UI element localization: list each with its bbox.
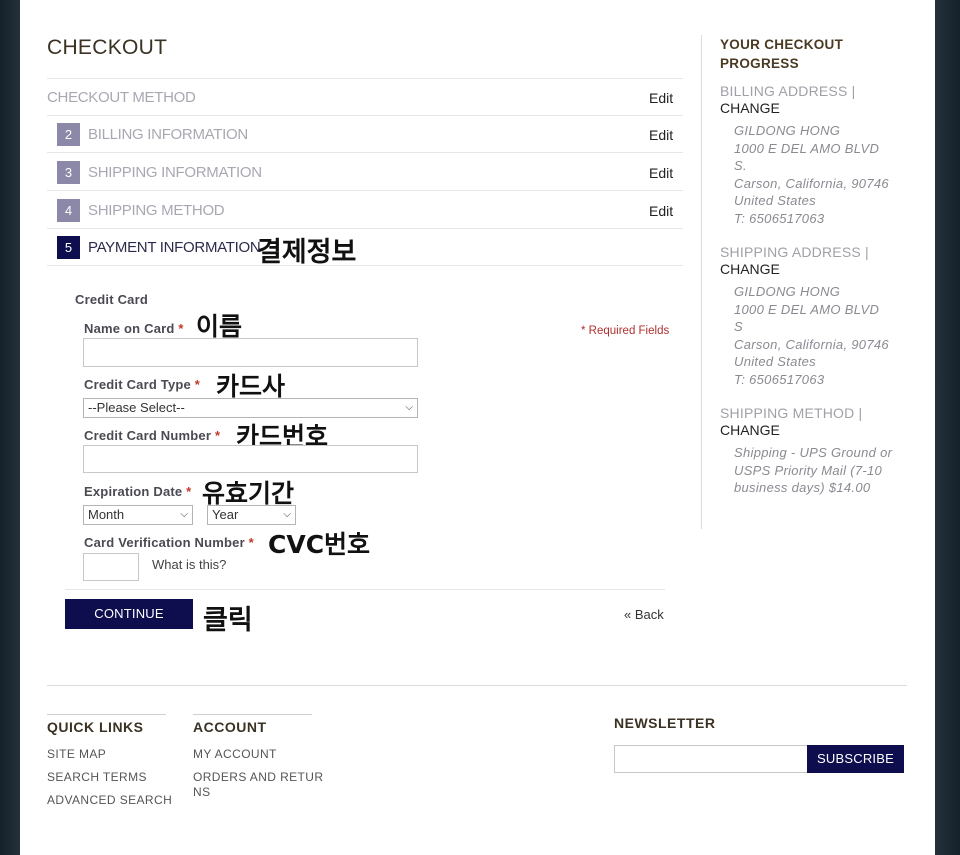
credit-card-section-title: Credit Card xyxy=(75,292,148,307)
continue-button[interactable]: CONTINUE xyxy=(65,599,193,629)
shipping-address-label: SHIPPING ADDRESS | xyxy=(720,244,869,260)
divider xyxy=(47,265,683,266)
shipping-address: GILDONG HONG 1000 E DEL AMO BLVD S Carso… xyxy=(734,284,889,387)
shipping-method-details: Shipping - UPS Ground or USPS Priority M… xyxy=(734,445,893,496)
step-shipping-method[interactable]: SHIPPING METHOD xyxy=(88,202,225,219)
credit-card-type-label: Credit Card Type * xyxy=(84,377,201,392)
annotation-payment: 결제정보 xyxy=(257,237,357,268)
expiration-year-select[interactable]: Year ⌵ xyxy=(207,505,296,525)
billing-address-label: BILLING ADDRESS | xyxy=(720,83,856,99)
edit-billing-link[interactable]: Edit xyxy=(649,127,673,143)
divider xyxy=(65,589,665,590)
search-terms-link[interactable]: SEARCH TERMS xyxy=(47,770,147,784)
annotation-cvc: CVC번호 xyxy=(268,530,371,559)
back-link[interactable]: « Back xyxy=(624,607,664,622)
shipping-address-block: SHIPPING ADDRESS | CHANGE xyxy=(720,243,869,277)
credit-card-type-select[interactable]: --Please Select-- ⌵ xyxy=(83,398,418,418)
footer-divider xyxy=(47,685,907,686)
account-rule xyxy=(193,714,312,715)
divider xyxy=(47,152,683,153)
step-number-2: 2 xyxy=(57,123,80,146)
shipping-method-change-link[interactable]: CHANGE xyxy=(720,422,862,438)
background-right xyxy=(935,0,960,855)
sidebar-divider xyxy=(701,35,702,529)
background-left xyxy=(0,0,20,855)
checkout-page: CHECKOUT CHECKOUT METHOD Edit 2 BILLING … xyxy=(20,0,935,855)
expiration-month-select[interactable]: Month ⌵ xyxy=(83,505,193,525)
subscribe-button[interactable]: SUBSCRIBE xyxy=(807,745,904,773)
annotation-click: 클릭 xyxy=(203,605,253,636)
step-shipping-information[interactable]: SHIPPING INFORMATION xyxy=(88,164,262,181)
account-title: ACCOUNT xyxy=(193,719,267,735)
cvv-input[interactable] xyxy=(83,553,139,581)
edit-shipping-link[interactable]: Edit xyxy=(649,165,673,181)
divider xyxy=(47,228,683,229)
step-checkout-method[interactable]: CHECKOUT METHOD xyxy=(47,89,196,106)
cvv-help-link[interactable]: What is this? xyxy=(152,557,226,572)
name-on-card-input[interactable] xyxy=(83,338,418,367)
credit-card-number-label: Credit Card Number * xyxy=(84,428,221,443)
edit-shipping-method-link[interactable]: Edit xyxy=(649,203,673,219)
chevron-down-icon: ⌵ xyxy=(405,402,413,413)
shipping-change-link[interactable]: CHANGE xyxy=(720,261,869,277)
billing-address: GILDONG HONG 1000 E DEL AMO BLVD S. Cars… xyxy=(734,123,889,226)
chevron-down-icon: ⌵ xyxy=(283,509,291,520)
divider xyxy=(47,115,683,116)
step-number-4: 4 xyxy=(57,199,80,222)
progress-title: YOUR CHECKOUT PROGRESS xyxy=(720,37,844,71)
divider xyxy=(47,190,683,191)
step-payment-information: PAYMENT INFORMATION xyxy=(88,239,261,256)
shipping-method-block: SHIPPING METHOD | CHANGE xyxy=(720,404,862,438)
newsletter-title: NEWSLETTER xyxy=(614,715,716,731)
quick-links-rule xyxy=(47,714,166,715)
billing-change-link[interactable]: CHANGE xyxy=(720,100,855,116)
credit-card-number-input[interactable] xyxy=(83,445,418,473)
step-number-5: 5 xyxy=(57,236,80,259)
step-billing-information[interactable]: BILLING INFORMATION xyxy=(88,126,248,143)
cvv-label: Card Verification Number * xyxy=(84,535,254,550)
site-map-link[interactable]: SITE MAP xyxy=(47,747,106,761)
my-account-link[interactable]: MY ACCOUNT xyxy=(193,747,277,761)
expiration-date-label: Expiration Date * xyxy=(84,484,192,499)
name-on-card-label: Name on Card * xyxy=(84,321,184,336)
quick-links-title: QUICK LINKS xyxy=(47,719,144,735)
advanced-search-link[interactable]: ADVANCED SEARCH xyxy=(47,793,172,807)
edit-checkout-method-link[interactable]: Edit xyxy=(649,90,673,106)
divider xyxy=(47,78,683,79)
newsletter-email-input[interactable] xyxy=(614,745,808,773)
page-title: CHECKOUT xyxy=(47,36,168,59)
shipping-method-label: SHIPPING METHOD | xyxy=(720,405,863,421)
orders-and-returns-link[interactable]: ORDERS AND RETUR NS xyxy=(193,770,323,800)
step-number-3: 3 xyxy=(57,161,80,184)
billing-address-block: BILLING ADDRESS | CHANGE xyxy=(720,82,855,116)
chevron-down-icon: ⌵ xyxy=(180,509,188,520)
required-fields-note: * Required Fields xyxy=(581,325,670,337)
